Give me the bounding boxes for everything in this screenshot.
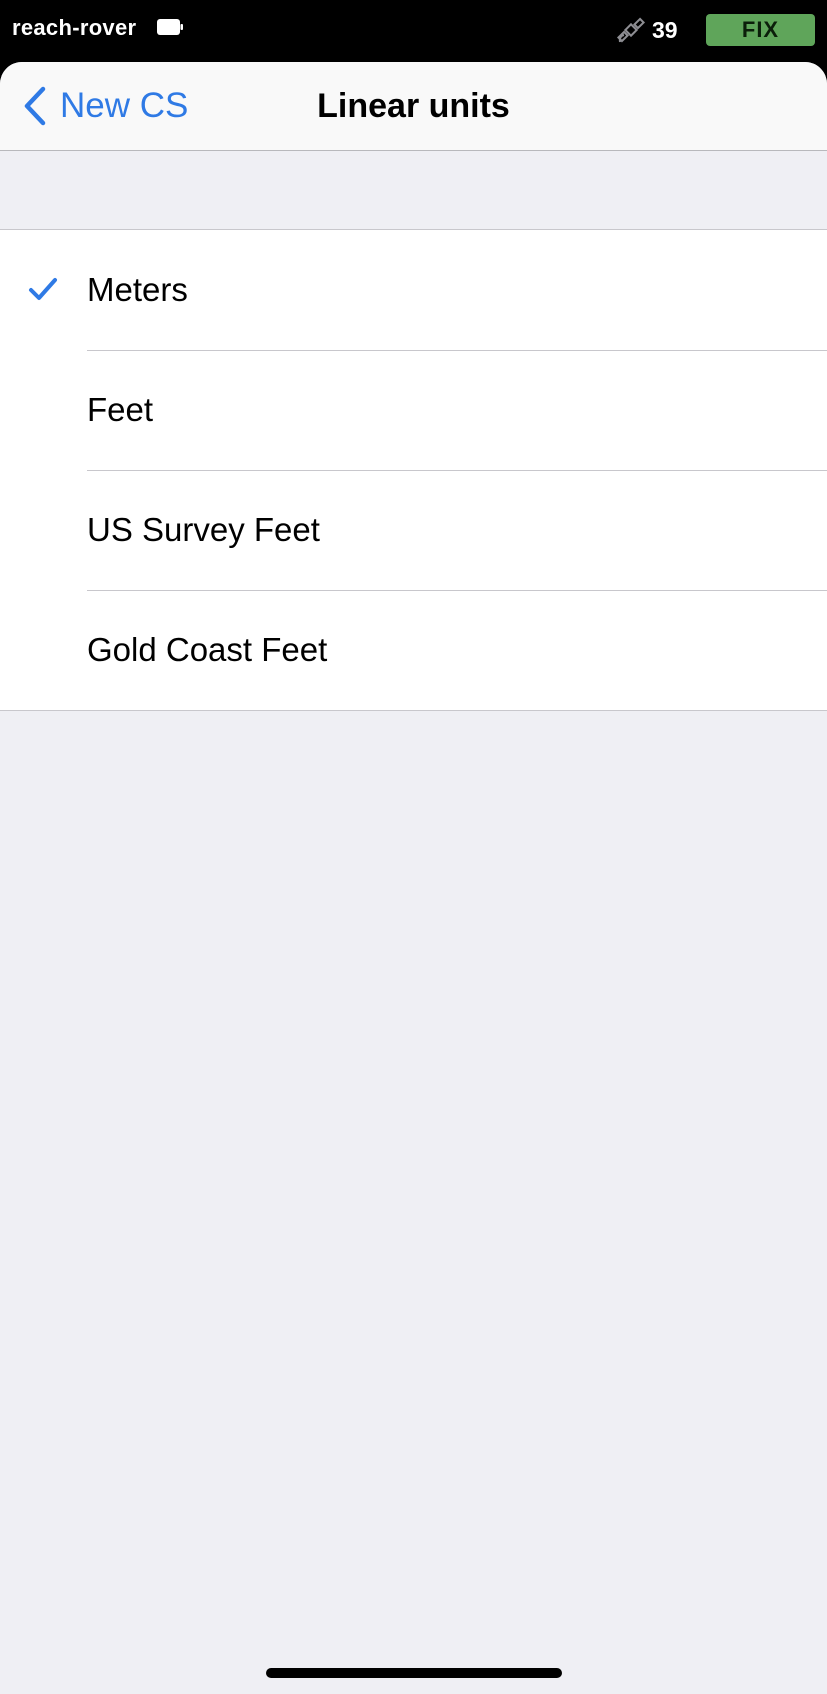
unit-option-gold-coast-feet[interactable]: Gold Coast Feet xyxy=(0,590,827,710)
satellite-count: 39 xyxy=(652,17,678,43)
unit-option-us-survey-feet[interactable]: US Survey Feet xyxy=(0,470,827,590)
unit-option-feet[interactable]: Feet xyxy=(0,350,827,470)
unit-option-label: Meters xyxy=(87,271,188,308)
satellite-icon xyxy=(616,17,646,43)
unit-option-label: Gold Coast Feet xyxy=(87,631,328,668)
linear-units-list: Meters Feet US Survey Feet Gold Coast Fe… xyxy=(0,229,827,711)
checkmark-icon xyxy=(29,278,57,300)
unit-option-meters[interactable]: Meters xyxy=(0,230,827,350)
navigation-bar: Linear units New CS xyxy=(0,62,827,151)
unit-option-label: US Survey Feet xyxy=(87,511,320,548)
home-indicator[interactable] xyxy=(266,1668,562,1678)
back-button-label: New CS xyxy=(60,86,189,125)
chevron-left-icon xyxy=(24,86,46,126)
unit-option-label: Feet xyxy=(87,391,154,428)
linear-units-sheet: Linear units New CS Meters Feet US Surve… xyxy=(0,62,827,1694)
status-bar: reach-rover 39 FIX xyxy=(0,0,827,62)
battery-icon xyxy=(157,19,183,35)
device-name: reach-rover xyxy=(12,15,137,40)
back-button[interactable]: New CS xyxy=(22,84,188,128)
fix-status-badge[interactable]: FIX xyxy=(706,14,815,46)
